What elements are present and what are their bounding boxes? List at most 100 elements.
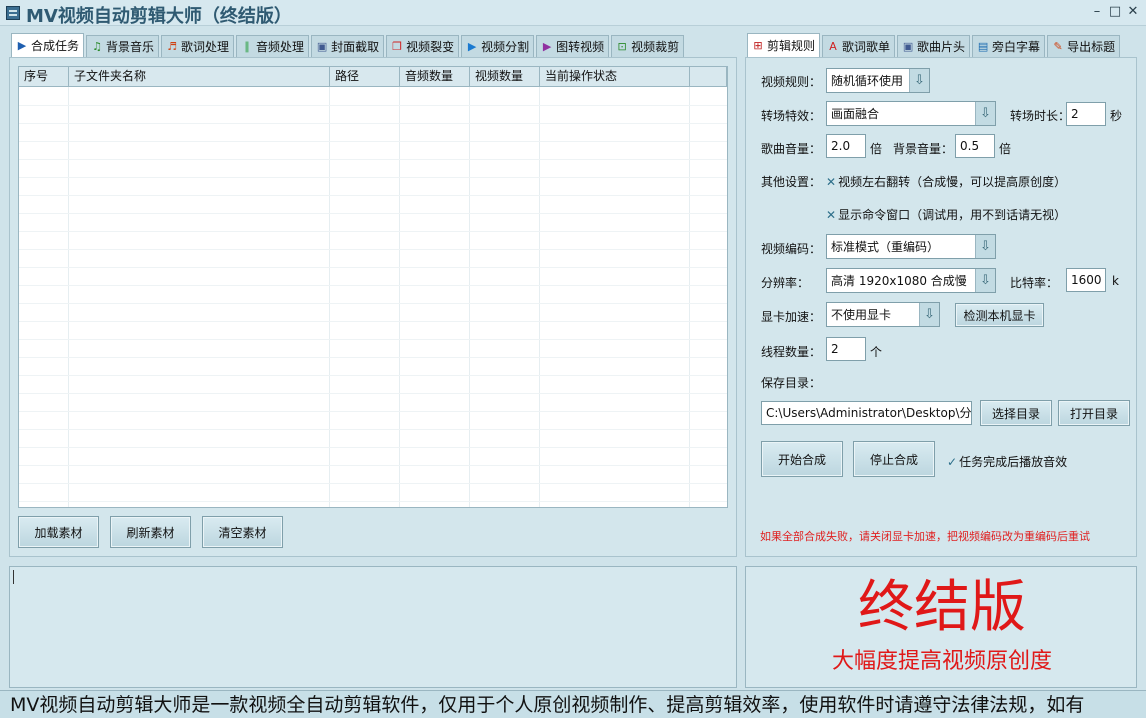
open-dir-button[interactable]: 打开目录 xyxy=(1058,400,1130,426)
flip-checkbox[interactable]: ✕ 视频左右翻转（合成慢，可以提高原创度） xyxy=(826,173,1066,190)
tab-left-7[interactable]: ▶ 图转视频 xyxy=(536,35,610,57)
grid-line xyxy=(19,285,727,286)
bitrate-input[interactable]: 1600 xyxy=(1066,268,1106,292)
close-button[interactable]: ✕ xyxy=(1124,3,1142,21)
tab-label: 音频处理 xyxy=(256,40,305,54)
tab-label: 视频裂变 xyxy=(406,40,455,54)
app-icon xyxy=(6,6,20,20)
grid-line xyxy=(399,87,400,507)
bg-volume-input[interactable]: 0.5 xyxy=(955,134,995,158)
bg-volume-unit: 倍 xyxy=(999,142,1012,156)
video-rule-select[interactable]: 随机循环使用 ⇩ xyxy=(826,68,930,93)
chevron-down-icon: ⇩ xyxy=(975,235,995,258)
save-dir-label: 保存目录： xyxy=(761,376,822,390)
grid-line xyxy=(19,429,727,430)
refresh-material-button[interactable]: 刷新素材 xyxy=(110,516,191,548)
maximize-button[interactable]: □ xyxy=(1106,3,1124,21)
play-sound-checkbox[interactable]: ✓ 任务完成后播放音效 xyxy=(947,453,1067,470)
grid-line xyxy=(689,87,690,507)
tab-right-0[interactable]: ⊞ 剪辑规则 xyxy=(747,33,821,57)
tab-left-4[interactable]: ▣ 封面截取 xyxy=(311,35,385,57)
load-material-button[interactable]: 加载素材 xyxy=(18,516,99,548)
grid-line xyxy=(19,105,727,106)
grid-line xyxy=(19,195,727,196)
column-header-6[interactable] xyxy=(690,67,727,86)
column-header-3[interactable]: 音频数量 xyxy=(400,67,470,86)
tab-right-3[interactable]: ▤ 旁白字幕 xyxy=(972,35,1046,57)
bitrate-label: 比特率： xyxy=(1010,276,1059,290)
song-volume-input[interactable]: 2.0 xyxy=(826,134,866,158)
column-header-5[interactable]: 当前操作状态 xyxy=(540,67,690,86)
grid-line xyxy=(19,267,727,268)
grid-line xyxy=(19,411,727,412)
resolution-select[interactable]: 高清 1920x1080 合成慢 ⇩ xyxy=(826,268,996,293)
chevron-down-icon: ⇩ xyxy=(975,269,995,292)
tab-left-3[interactable]: ∥ 音频处理 xyxy=(236,35,310,57)
gpu-select[interactable]: 不使用显卡 ⇩ xyxy=(826,302,940,327)
transition-duration-input[interactable]: 2 xyxy=(1066,102,1106,126)
grid-line xyxy=(19,501,727,502)
tab-left-1[interactable]: ♫ 背景音乐 xyxy=(86,35,160,57)
tab-left-0[interactable]: ▶ 合成任务 xyxy=(11,33,85,57)
column-header-1[interactable]: 子文件夹名称 xyxy=(69,67,330,86)
tab-label: 歌曲片头 xyxy=(917,40,966,54)
brand-title: 终结版 xyxy=(858,575,1026,640)
minimize-button[interactable]: – xyxy=(1088,3,1106,21)
tab-icon: ⊞ xyxy=(753,38,763,52)
tab-icon: ∥ xyxy=(244,39,250,53)
grid-line xyxy=(19,339,727,340)
text-cursor xyxy=(13,570,14,584)
cmd-window-checkbox[interactable]: ✕ 显示命令窗口（调试用，用不到话请无视） xyxy=(826,206,1066,223)
grid-line xyxy=(19,303,727,304)
grid-line xyxy=(68,87,69,507)
tab-left-5[interactable]: ❐ 视频裂变 xyxy=(386,35,460,57)
tab-left-6[interactable]: ▶ 视频分割 xyxy=(461,35,535,57)
detect-gpu-button[interactable]: 检测本机显卡 xyxy=(955,303,1044,327)
threads-unit: 个 xyxy=(870,345,883,359)
tab-icon: A xyxy=(829,39,837,53)
encode-label: 视频编码： xyxy=(761,242,822,256)
tab-right-2[interactable]: ▣ 歌曲片头 xyxy=(897,35,971,57)
transition-select[interactable]: 画面融合 ⇩ xyxy=(826,101,996,126)
tab-right-4[interactable]: ✎ 导出标题 xyxy=(1047,35,1121,57)
save-dir-input[interactable]: C:\Users\Administrator\Desktop\分割 xyxy=(761,401,972,425)
tab-label: 视频裁剪 xyxy=(631,40,680,54)
grid-line xyxy=(19,321,727,322)
grid-line xyxy=(19,231,727,232)
task-panel: 序号 子文件夹名称 路径 音频数量 视频数量 当前操作状态 加载素材 刷新素材 清空素材 xyxy=(9,57,737,557)
warning-text: 如果全部合成失败，请关闭显卡加速，把视频编码改为重编码后重试 xyxy=(760,530,1090,543)
brand-subtitle: 大幅度提高视频原创度 xyxy=(831,649,1052,674)
clear-material-button[interactable]: 清空素材 xyxy=(202,516,283,548)
tab-icon: ▶ xyxy=(467,39,477,53)
encode-select[interactable]: 标准模式（重编码） ⇩ xyxy=(826,234,996,259)
threads-input[interactable]: 2 xyxy=(826,337,866,361)
grid-line xyxy=(19,447,727,448)
song-volume-unit: 倍 xyxy=(870,142,883,156)
column-header-0[interactable]: 序号 xyxy=(19,67,69,86)
column-header-4[interactable]: 视频数量 xyxy=(470,67,540,86)
stop-button[interactable]: 停止合成 xyxy=(853,441,935,477)
tab-label: 歌词歌单 xyxy=(842,40,891,54)
log-textarea[interactable] xyxy=(9,566,737,688)
start-button[interactable]: 开始合成 xyxy=(761,441,843,477)
choose-dir-button[interactable]: 选择目录 xyxy=(980,400,1052,426)
tab-label: 导出标题 xyxy=(1067,40,1116,54)
tab-left-8[interactable]: ⊡ 视频裁剪 xyxy=(611,35,685,57)
grid-line xyxy=(469,87,470,507)
tab-left-2[interactable]: ♬ 歌词处理 xyxy=(161,35,235,57)
grid-line xyxy=(19,357,727,358)
grid-line xyxy=(329,87,330,507)
brand-panel: 终结版 大幅度提高视频原创度 xyxy=(745,566,1137,688)
tab-label: 剪辑规则 xyxy=(767,39,816,53)
task-table[interactable]: 序号 子文件夹名称 路径 音频数量 视频数量 当前操作状态 xyxy=(18,66,728,508)
tab-right-1[interactable]: A 歌词歌单 xyxy=(822,35,896,57)
tab-icon: ♬ xyxy=(167,39,177,53)
tab-label: 旁白字幕 xyxy=(992,40,1041,54)
column-header-2[interactable]: 路径 xyxy=(330,67,400,86)
song-volume-label: 歌曲音量： xyxy=(761,142,822,156)
footer-marquee: MV视频自动剪辑大师是一款视频全自动剪辑软件，仅用于个人原创视频制作、提高剪辑效… xyxy=(0,690,1146,718)
tab-icon: ▶ xyxy=(542,39,552,53)
grid-line xyxy=(19,141,727,142)
tab-icon: ♫ xyxy=(92,39,102,53)
transition-duration-unit: 秒 xyxy=(1110,109,1123,123)
